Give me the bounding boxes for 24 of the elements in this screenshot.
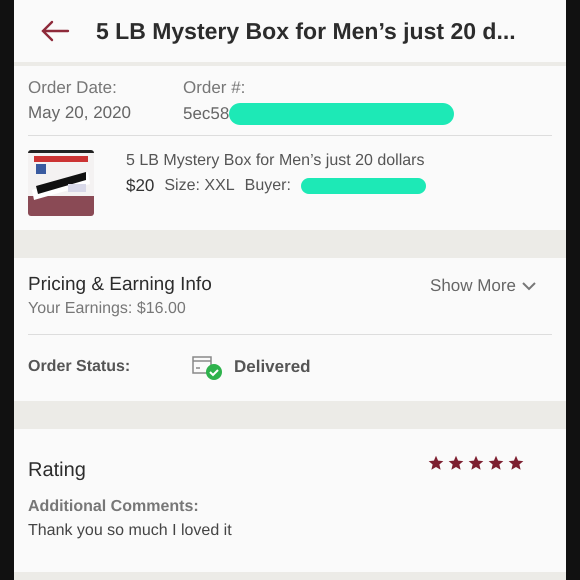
order-date-label: Order Date:: [28, 78, 118, 98]
item-title: 5 LB Mystery Box for Men’s just 20 dollars: [126, 152, 426, 170]
star-icon: [448, 455, 464, 471]
rating-title: Rating: [28, 459, 86, 482]
show-more-button[interactable]: Show More: [430, 276, 536, 296]
comment-text: Thank you so much I loved it: [28, 522, 233, 540]
buyer-label: Buyer:: [244, 177, 291, 195]
star-icon: [508, 455, 524, 471]
comments-label: Additional Comments:: [28, 498, 200, 516]
back-arrow-icon[interactable]: [40, 20, 70, 42]
item-price: $20: [126, 176, 154, 196]
chevron-down-icon: [522, 282, 536, 290]
order-date: May 20, 2020: [28, 103, 132, 123]
order-number: 5ec58: [183, 104, 230, 124]
star-icon: [488, 455, 504, 471]
section-title: Pricing & Earning Info: [28, 274, 212, 296]
item-size: Size: XXL: [164, 177, 235, 195]
star-icon: [468, 455, 484, 471]
earnings-text: Your Earnings: $16.00: [28, 300, 187, 318]
order-number-label: Order #:: [183, 78, 246, 98]
status-label: Order Status:: [28, 358, 132, 376]
status-value: Delivered: [234, 357, 311, 377]
page-title: 5 LB Mystery Box for Men’s just 20 d...: [96, 18, 516, 44]
star-icon: [428, 455, 444, 471]
